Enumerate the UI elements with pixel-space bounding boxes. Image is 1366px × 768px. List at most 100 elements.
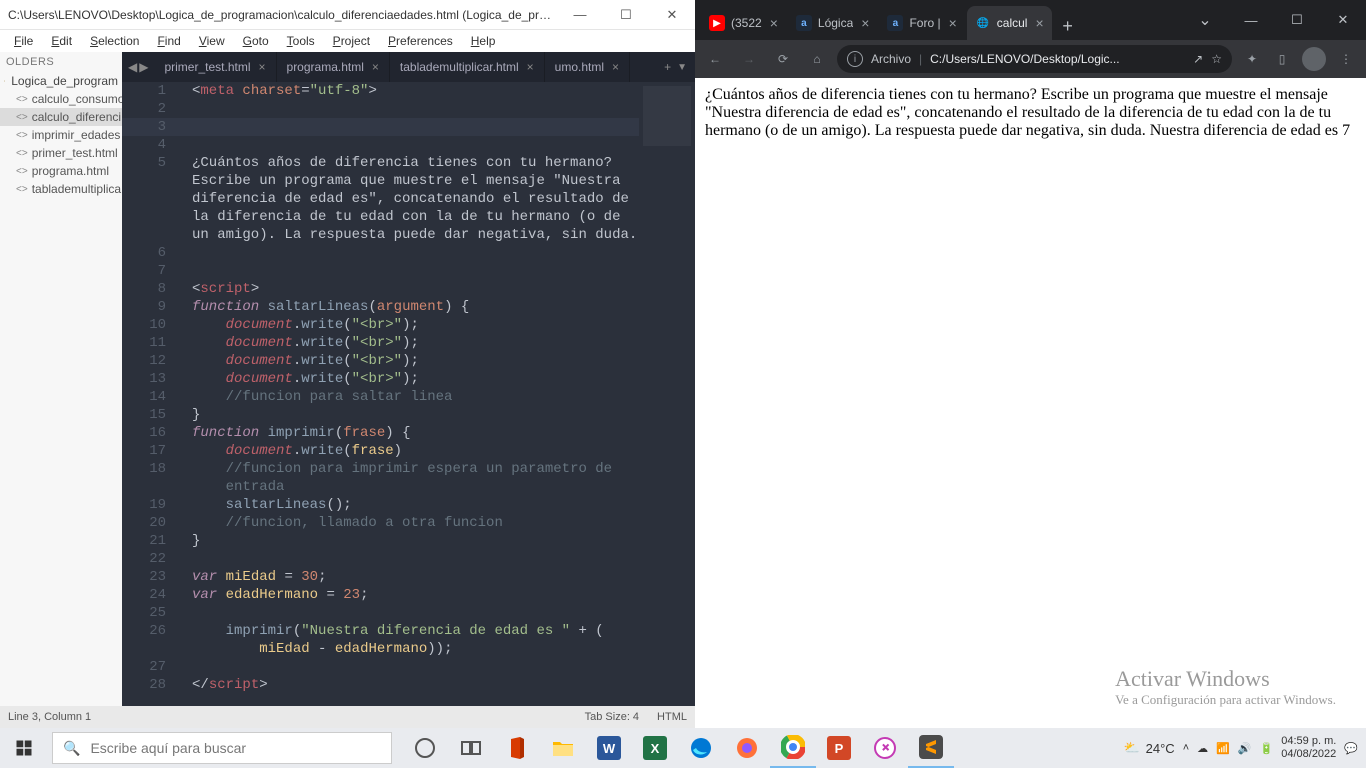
browser-tab[interactable]: 🌐calcul× xyxy=(967,6,1052,40)
status-language[interactable]: HTML xyxy=(657,711,687,723)
sidebar-file[interactable]: <>primer_test.html xyxy=(0,144,122,162)
code-line[interactable]: 8<script> xyxy=(122,280,639,298)
game-icon[interactable] xyxy=(862,728,908,768)
menu-help[interactable]: Help xyxy=(463,32,504,50)
explorer-icon[interactable] xyxy=(540,728,586,768)
tabs-dropdown-icon[interactable]: ⌄ xyxy=(1182,0,1228,40)
browser-tab[interactable]: aForo |× xyxy=(879,6,964,40)
office-icon[interactable] xyxy=(494,728,540,768)
bookmark-icon[interactable]: ☆ xyxy=(1211,52,1222,66)
code-line[interactable]: 6 xyxy=(122,244,639,262)
weather-widget[interactable]: ⛅ 24°C xyxy=(1123,740,1174,756)
tray-expand-icon[interactable]: ˄ xyxy=(1183,742,1189,754)
menu-goto[interactable]: Goto xyxy=(235,32,277,50)
taskview-icon[interactable] xyxy=(448,728,494,768)
omnibox[interactable]: i Archivo | C:/Users/LENOVO/Desktop/Logi… xyxy=(837,45,1232,73)
minimap[interactable] xyxy=(639,82,695,706)
code-line[interactable]: 19 saltarLineas(); xyxy=(122,496,639,514)
extensions-icon[interactable]: ✦ xyxy=(1238,45,1266,73)
cortana-icon[interactable] xyxy=(402,728,448,768)
code-line[interactable]: 10 document.write("<br>"); xyxy=(122,316,639,334)
editor-tab[interactable]: umo.html× xyxy=(545,52,630,82)
code-line[interactable]: 15} xyxy=(122,406,639,424)
code-line[interactable]: 1<meta charset="utf-8"> xyxy=(122,82,639,100)
tab-close-icon[interactable]: × xyxy=(259,60,266,74)
menu-view[interactable]: View xyxy=(191,32,233,50)
chrome-maximize-button[interactable]: ☐ xyxy=(1274,0,1320,40)
tab-close-icon[interactable]: × xyxy=(770,15,778,31)
menu-project[interactable]: Project xyxy=(325,32,378,50)
sidebar-file[interactable]: <>calculo_consumo xyxy=(0,90,122,108)
sidebar-file[interactable]: <>calculo_diferenci xyxy=(0,108,122,126)
code-line[interactable]: 26 imprimir("Nuestra diferencia de edad … xyxy=(122,622,639,640)
code-editor[interactable]: 1<meta charset="utf-8">2345¿Cuántos años… xyxy=(122,82,639,706)
taskbar-search[interactable]: 🔍 Escribe aquí para buscar xyxy=(52,732,392,764)
chrome-titlebar[interactable]: ▶(3522×aLógica×aForo |×🌐calcul× + ⌄ — ☐ … xyxy=(695,0,1366,40)
taskbar-clock[interactable]: 04:59 p. m. 04/08/2022 xyxy=(1281,735,1336,761)
menu-selection[interactable]: Selection xyxy=(82,32,147,50)
onedrive-icon[interactable]: ☁ xyxy=(1197,742,1208,755)
sidebar-file[interactable]: <>programa.html xyxy=(0,162,122,180)
code-line[interactable]: 27 xyxy=(122,658,639,676)
edge-icon[interactable] xyxy=(678,728,724,768)
menu-find[interactable]: Find xyxy=(149,32,188,50)
sidebar-folder[interactable]: Logica_de_program xyxy=(0,72,122,90)
tab-prev-icon[interactable]: ◀ xyxy=(128,60,137,74)
code-line[interactable]: la diferencia de tu edad con la de tu he… xyxy=(122,208,639,226)
code-line[interactable]: miEdad - edadHermano)); xyxy=(122,640,639,658)
forward-button[interactable]: → xyxy=(735,45,763,73)
code-line[interactable]: 23var miEdad = 30; xyxy=(122,568,639,586)
tab-close-icon[interactable]: × xyxy=(949,15,957,31)
code-line[interactable]: 11 document.write("<br>"); xyxy=(122,334,639,352)
word-icon[interactable]: W xyxy=(586,728,632,768)
tab-menu-icon[interactable]: ▼ xyxy=(677,62,687,73)
code-line[interactable]: 5¿Cuántos años de diferencia tienes con … xyxy=(122,154,639,172)
code-line[interactable]: un amigo). La respuesta puede dar negati… xyxy=(122,226,639,244)
battery-icon[interactable]: 🔋 xyxy=(1260,742,1274,755)
code-line[interactable]: 2 xyxy=(122,100,639,118)
chrome-minimize-button[interactable]: — xyxy=(1228,0,1274,40)
site-info-icon[interactable]: i xyxy=(847,51,863,67)
sublime-taskbar-icon[interactable] xyxy=(908,728,954,768)
tab-next-icon[interactable]: ▶ xyxy=(139,60,148,74)
code-line[interactable]: 25 xyxy=(122,604,639,622)
firefox-icon[interactable] xyxy=(724,728,770,768)
code-line[interactable]: 9function saltarLineas(argument) { xyxy=(122,298,639,316)
sidebar-file[interactable]: <>imprimir_edades xyxy=(0,126,122,144)
code-line[interactable]: diferencia de edad es", concatenando el … xyxy=(122,190,639,208)
chrome-taskbar-icon[interactable] xyxy=(770,728,816,768)
menu-tools[interactable]: Tools xyxy=(279,32,323,50)
tab-close-icon[interactable]: × xyxy=(861,15,869,31)
code-line[interactable]: 17 document.write(frase) xyxy=(122,442,639,460)
new-tab-button[interactable]: + xyxy=(1054,12,1082,40)
start-button[interactable] xyxy=(0,728,48,768)
reading-list-icon[interactable]: ▯ xyxy=(1268,45,1296,73)
chrome-menu-icon[interactable]: ⋮ xyxy=(1332,45,1360,73)
share-icon[interactable]: ↗ xyxy=(1193,52,1203,66)
code-line[interactable]: 14 //funcion para saltar linea xyxy=(122,388,639,406)
profile-avatar[interactable] xyxy=(1302,47,1326,71)
wifi-icon[interactable]: 📶 xyxy=(1216,742,1230,755)
tab-close-icon[interactable]: × xyxy=(372,60,379,74)
editor-tab[interactable]: primer_test.html× xyxy=(154,52,276,82)
browser-tab[interactable]: aLógica× xyxy=(788,6,878,40)
code-line[interactable]: 3 xyxy=(122,118,639,136)
editor-tab[interactable]: tablademultiplicar.html× xyxy=(390,52,545,82)
code-line[interactable]: 28</script> xyxy=(122,676,639,694)
menu-file[interactable]: File xyxy=(6,32,41,50)
sidebar-file[interactable]: <>tablademultiplica xyxy=(0,180,122,198)
code-line[interactable]: 22 xyxy=(122,550,639,568)
code-line[interactable]: 12 document.write("<br>"); xyxy=(122,352,639,370)
tab-close-icon[interactable]: × xyxy=(1035,15,1043,31)
maximize-button[interactable]: ☐ xyxy=(603,0,649,30)
home-button[interactable]: ⌂ xyxy=(803,45,831,73)
menu-edit[interactable]: Edit xyxy=(43,32,80,50)
code-line[interactable]: 7 xyxy=(122,262,639,280)
excel-icon[interactable]: X xyxy=(632,728,678,768)
browser-tab[interactable]: ▶(3522× xyxy=(701,6,786,40)
code-line[interactable]: 21} xyxy=(122,532,639,550)
notifications-icon[interactable]: 💬 xyxy=(1344,742,1358,755)
status-tabsize[interactable]: Tab Size: 4 xyxy=(585,711,639,723)
powerpoint-icon[interactable]: P xyxy=(816,728,862,768)
code-line[interactable]: 13 document.write("<br>"); xyxy=(122,370,639,388)
